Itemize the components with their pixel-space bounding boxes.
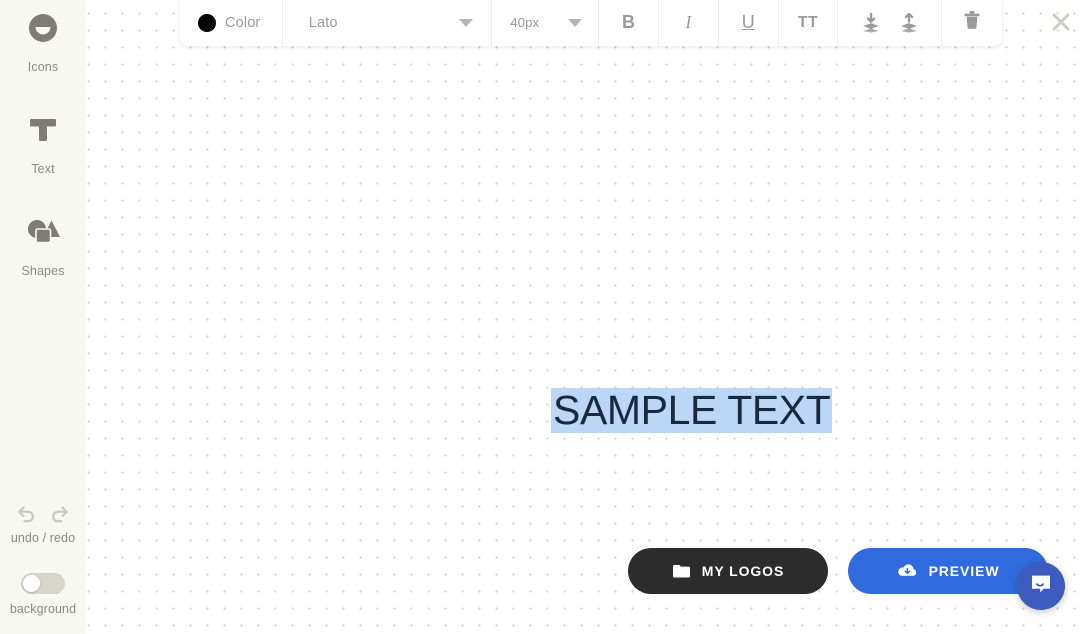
canvas-text-object[interactable]: SAMPLE TEXT [551,388,833,433]
font-family-value: Lato [308,14,338,31]
bold-button[interactable]: B [599,0,659,46]
background-toggle[interactable] [21,573,65,594]
sidebar-bottom-controls: undo / redo background [0,503,86,616]
logo-editor-app: SAMPLE TEXT MY LOGOS PREVIEW Color Lato … [0,0,1080,634]
background-label: background [9,602,77,616]
send-to-back-icon[interactable] [860,12,882,33]
tools-sidebar: Icons Text Shapes undo / redo background [0,0,86,634]
sidebar-item-icons[interactable]: Icons [0,0,86,86]
color-swatch-icon [198,13,216,32]
undo-redo-group [0,503,86,525]
background-toggle-group: background [0,573,86,616]
text-t-icon [0,114,86,154]
my-logos-button[interactable]: MY LOGOS [628,548,828,594]
layer-order-group [838,0,943,46]
underline-button[interactable]: U [719,0,779,46]
trash-icon [963,10,981,35]
canvas-text-value[interactable]: SAMPLE TEXT [551,388,833,433]
sidebar-item-icons-label: Icons [27,60,59,74]
sidebar-item-text-label: Text [31,162,55,176]
color-picker-button[interactable]: Color [180,0,283,46]
preview-label: PREVIEW [928,563,1000,579]
sidebar-item-shapes-label: Shapes [21,264,65,278]
font-size-select[interactable]: 40px [492,0,600,46]
design-canvas[interactable]: SAMPLE TEXT MY LOGOS PREVIEW [86,0,1080,634]
folder-icon [672,563,691,579]
text-format-toolbar: Color Lato 40px B I U TT [180,0,1002,46]
delete-button[interactable] [942,0,1002,46]
underline-label: U [741,12,755,32]
uppercase-button[interactable]: TT [779,0,839,46]
bold-label: B [622,12,636,32]
italic-button[interactable]: I [659,0,719,46]
cloud-download-icon [897,563,918,579]
font-family-select[interactable]: Lato [283,0,493,46]
sidebar-item-shapes[interactable]: Shapes [0,188,86,290]
icons-circle-icon [0,12,86,52]
uppercase-label: TT [797,13,819,31]
redo-icon[interactable] [49,503,71,525]
italic-label: I [685,12,692,32]
close-x-icon [1052,13,1070,31]
color-label: Color [225,14,261,31]
sidebar-tool-list: Icons Text Shapes [0,0,86,290]
my-logos-label: MY LOGOS [701,563,785,579]
shapes-icon [0,216,86,256]
chat-bubble-icon [1028,571,1054,602]
font-size-value: 40px [510,15,540,30]
chevron-down-icon [459,18,474,27]
sidebar-item-text[interactable]: Text [0,86,86,188]
close-editor-button[interactable] [1050,11,1072,33]
undo-redo-label: undo / redo [10,531,76,545]
intercom-launcher-button[interactable] [1017,562,1065,610]
canvas-action-bar: MY LOGOS PREVIEW [628,548,1048,594]
undo-icon[interactable] [15,503,37,525]
chevron-down-icon [568,18,583,27]
bring-to-front-icon[interactable] [898,12,920,33]
toggle-knob [23,575,40,592]
